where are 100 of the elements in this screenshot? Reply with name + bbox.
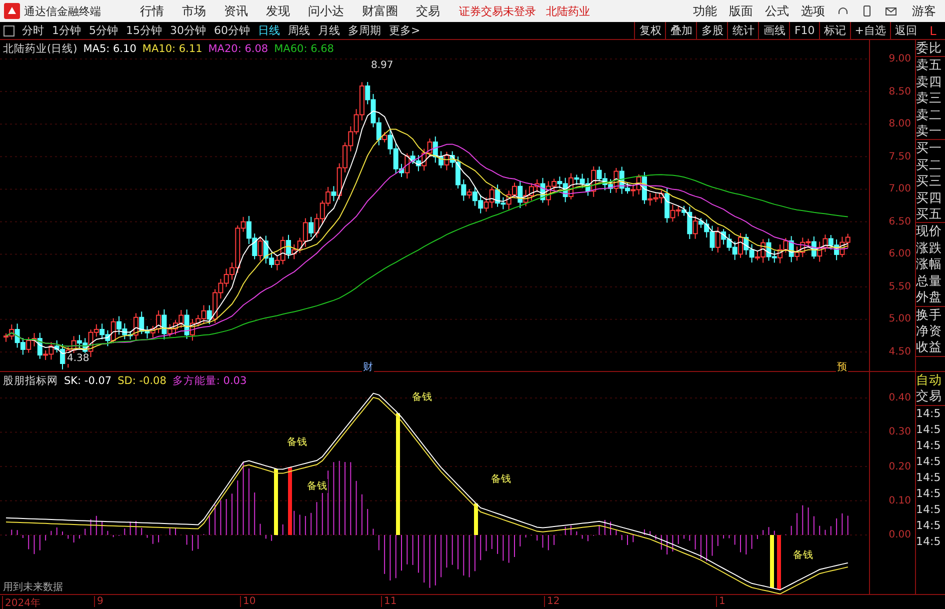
user-label[interactable]: 游客	[903, 2, 945, 20]
period-tab[interactable]: 15分钟	[122, 23, 166, 38]
period-tab[interactable]: 30分钟	[166, 23, 210, 38]
price-tick: 7.50	[888, 151, 912, 162]
price-tick: 4.50	[888, 346, 912, 358]
period-tab[interactable]: 多周期	[344, 23, 385, 38]
price-tick: 8.50	[888, 86, 912, 98]
toolbar-button[interactable]: 返回	[890, 22, 921, 39]
mail-icon[interactable]	[885, 5, 897, 17]
panel-toggle-icon[interactable]	[3, 24, 15, 36]
indicator-tick: 0.40	[888, 392, 912, 404]
quote-label: 买二	[916, 156, 944, 174]
menu-item[interactable]: 问小达	[299, 2, 353, 20]
quote-label: 委比	[916, 40, 944, 56]
quote-label: 卖四	[916, 74, 944, 90]
menu-item[interactable]: 交易	[407, 2, 449, 20]
menu-item[interactable]: 资讯	[215, 2, 257, 20]
quote-label: 收益	[916, 339, 944, 356]
notice-text[interactable]: 证券交易未登录	[459, 4, 536, 18]
period-tab[interactable]: 月线	[314, 23, 344, 38]
indicator-tick: 0.20	[888, 461, 912, 472]
menu-item[interactable]: 行情	[131, 2, 173, 20]
signal-bar	[777, 535, 781, 590]
moving-average-legend: MA10: 6.11	[142, 43, 202, 55]
price-tick: 6.50	[888, 216, 912, 228]
price-tick: 5.00	[888, 314, 912, 325]
quote-label: 涨跌	[916, 240, 944, 256]
signal-label: 备钱	[306, 479, 328, 494]
signal-bar	[474, 504, 478, 535]
signal-label: 备钱	[792, 548, 814, 562]
period-tab[interactable]: 日线	[254, 23, 284, 38]
warning-note: 用到未来数据	[2, 580, 64, 594]
phone-icon[interactable]	[861, 5, 873, 17]
signal-bar	[274, 468, 278, 535]
indicator-legend: SK: -0.07	[64, 375, 112, 387]
date-tick: 11	[381, 596, 397, 607]
app-logo-icon	[4, 3, 20, 19]
corner-label: L	[928, 24, 938, 38]
period-tab[interactable]: 60分钟	[210, 23, 254, 38]
moving-average-legend: MA60: 6.68	[274, 43, 334, 55]
toolbar-button[interactable]: +自选	[850, 22, 890, 39]
date-tick: 9	[94, 596, 104, 607]
date-tick: 12	[544, 596, 560, 607]
event-marker[interactable]: 财	[362, 360, 374, 374]
toolbar-button[interactable]: 标记	[818, 22, 850, 39]
quote-label: 卖一	[916, 123, 944, 140]
price-tick: 7.00	[888, 184, 912, 195]
menu-item[interactable]: 公式	[759, 2, 795, 20]
trade-time: 14:5	[916, 438, 942, 454]
indicator-legend: SD: -0.08	[118, 375, 166, 387]
trade-header[interactable]: 自动	[916, 372, 945, 388]
app-title: 通达信金融终端	[24, 4, 101, 18]
toolbar-button[interactable]: 复权	[634, 22, 666, 39]
menu-item[interactable]: 功能	[687, 2, 723, 20]
toolbar-button[interactable]: 统计	[727, 22, 758, 39]
date-tick: 2024年	[2, 596, 40, 609]
period-tab[interactable]: 5分钟	[85, 23, 122, 38]
low-price-label: 4.38	[66, 353, 90, 364]
chart-title: 北陆药业(日线)	[3, 42, 78, 56]
menu-item[interactable]: 选项	[795, 2, 831, 20]
menu-item[interactable]: 市场	[173, 2, 215, 20]
trade-time: 14:5	[916, 534, 942, 550]
signal-label: 备钱	[411, 390, 433, 404]
indicator-legend: 多方能量: 0.03	[172, 374, 247, 388]
toolbar-button[interactable]: 画线	[758, 22, 790, 39]
signal-label: 备钱	[490, 472, 512, 486]
date-tick: 10	[240, 596, 256, 607]
menu-item[interactable]: 版面	[723, 2, 759, 20]
quote-label: 买五	[916, 206, 944, 222]
quote-label: 买三	[916, 173, 944, 190]
quote-label: 卖五	[916, 57, 944, 74]
period-tab[interactable]: 1分钟	[48, 23, 85, 38]
period-tab[interactable]: 周线	[284, 23, 314, 38]
indicator-tick: 0.10	[888, 495, 912, 506]
indicator-title: 股朋指标网	[3, 374, 58, 388]
trade-time: 14:5	[916, 502, 942, 518]
menu-item[interactable]: 发现	[257, 2, 299, 20]
menu-item[interactable]: 财富圈	[353, 2, 407, 20]
toolbar-button[interactable]: 叠加	[665, 22, 696, 39]
trade-header[interactable]: 交易	[916, 388, 945, 405]
quote-label: 总量	[916, 272, 944, 290]
period-tab[interactable]: 更多>	[385, 23, 424, 38]
price-tick: 9.00	[888, 54, 912, 64]
quote-label: 买四	[916, 190, 944, 206]
quote-label: 净资	[916, 322, 944, 340]
event-marker[interactable]: 预	[836, 360, 848, 374]
price-tick: 5.50	[888, 281, 912, 292]
trade-time: 14:5	[916, 422, 942, 438]
period-tab[interactable]: 分时	[18, 23, 48, 38]
notice-text[interactable]: 北陆药业	[546, 4, 590, 18]
trade-time: 14:5	[916, 518, 942, 534]
trade-time: 14:5	[916, 454, 942, 470]
quote-label: 卖二	[916, 106, 944, 124]
price-tick: 6.00	[888, 248, 912, 260]
toolbar-button[interactable]: F10	[789, 22, 819, 39]
trade-time: 14:5	[916, 470, 942, 486]
trade-time: 14:5	[916, 406, 942, 422]
toolbar-button[interactable]: 多股	[696, 22, 728, 39]
high-price-label: 8.97	[370, 60, 394, 71]
price-tick: 8.00	[888, 118, 912, 130]
